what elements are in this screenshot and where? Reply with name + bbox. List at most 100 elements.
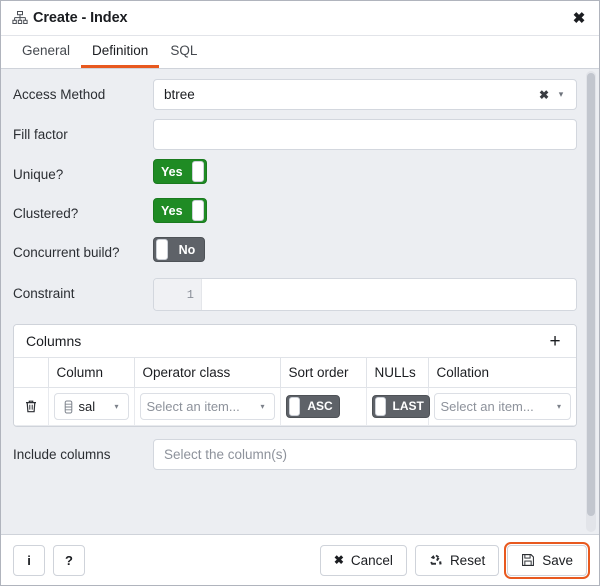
column-value: sal (78, 399, 96, 414)
col-header-sort-order: Sort order (280, 358, 367, 388)
line-number: 1 (154, 279, 202, 310)
tab-sql[interactable]: SQL (159, 36, 208, 68)
row-clustered: Clustered? Yes (13, 198, 577, 228)
save-label: Save (542, 552, 573, 568)
dialog-footer: i ? ✖ Cancel Reset Save (1, 534, 599, 585)
sort-order-label: ASC (307, 399, 333, 413)
tab-general[interactable]: General (11, 36, 81, 68)
unique-label: Unique? (13, 167, 64, 182)
include-columns-input[interactable]: Select the column(s) (153, 439, 577, 470)
trash-icon[interactable] (19, 395, 43, 419)
cancel-label: Cancel (350, 552, 393, 568)
chevron-down-icon[interactable]: ▾ (109, 402, 125, 411)
row-fill-factor: Fill factor (13, 119, 577, 150)
row-access-method: Access Method btree ✖ ▾ (13, 79, 577, 110)
cell-actions (14, 387, 49, 426)
clustered-toggle-label: Yes (161, 203, 183, 218)
constraint-label: Constraint (13, 286, 75, 301)
columns-panel: Columns + Column Operator class Sort ord… (13, 324, 577, 427)
concurrent-build-toggle-label: No (178, 242, 196, 257)
columns-table: Column Operator class Sort order NULLs C… (14, 358, 576, 426)
collation-select[interactable]: Select an item... ▾ (433, 393, 571, 420)
toggle-knob (191, 200, 204, 221)
operator-class-select[interactable]: Select an item... ▾ (139, 393, 275, 420)
help-button[interactable]: ? (53, 544, 85, 576)
row-concurrent-build: Concurrent build? No (13, 237, 577, 269)
info-icon: i (27, 552, 31, 568)
dialog-title: Create - Index (33, 10, 128, 26)
include-columns-control: Select the column(s) (153, 439, 577, 470)
dialog-tabs: General Definition SQL (1, 36, 599, 69)
chevron-down-icon[interactable]: ▾ (552, 90, 570, 99)
col-header-nulls: NULLs (366, 358, 429, 388)
add-column-button[interactable]: + (544, 330, 566, 352)
clustered-toggle[interactable]: Yes (153, 198, 207, 223)
access-method-value: btree (164, 87, 195, 102)
toggle-knob (288, 396, 300, 416)
table-column-icon (61, 400, 76, 414)
column-select[interactable]: sal ▾ (53, 393, 129, 420)
row-unique: Unique? Yes (13, 159, 577, 189)
chevron-down-icon[interactable]: ▾ (255, 402, 271, 411)
constraint-editor[interactable]: 1 (153, 278, 577, 311)
info-button[interactable]: i (13, 544, 45, 576)
row-constraint: Constraint 1 (13, 278, 577, 311)
nulls-label: LAST (392, 399, 424, 413)
toggle-knob (156, 239, 168, 260)
columns-table-header-row: Column Operator class Sort order NULLs C… (14, 358, 576, 388)
cell-column: sal ▾ (48, 387, 135, 426)
dialog-titlebar: Create - Index ✖ (1, 1, 599, 36)
unique-toggle-label: Yes (161, 164, 183, 179)
save-disk-icon (521, 553, 535, 567)
cell-collation: Select an item... ▾ (428, 387, 576, 426)
concurrent-build-label: Concurrent build? (13, 245, 120, 260)
tab-definition[interactable]: Definition (81, 36, 160, 68)
columns-panel-title: Columns (26, 333, 82, 349)
access-method-label: Access Method (13, 87, 106, 102)
fill-factor-input[interactable] (153, 119, 577, 150)
cancel-button[interactable]: ✖ Cancel (319, 544, 407, 576)
columns-panel-header: Columns + (14, 325, 576, 358)
toggle-knob (374, 396, 386, 416)
scrollbar-thumb[interactable] (587, 73, 595, 516)
operator-class-placeholder: Select an item... (146, 399, 240, 414)
cell-operator-class: Select an item... ▾ (134, 387, 281, 426)
fill-factor-control (153, 119, 577, 150)
vertical-scrollbar[interactable] (586, 71, 596, 532)
concurrent-build-toggle[interactable]: No (153, 237, 205, 262)
reset-icon (429, 553, 443, 567)
cell-sort-order: ASC (280, 387, 367, 426)
close-icon[interactable]: ✖ (565, 5, 593, 31)
close-x-icon: ✖ (333, 553, 344, 567)
col-header-operator-class: Operator class (134, 358, 281, 388)
reset-label: Reset (449, 552, 486, 568)
unique-toggle[interactable]: Yes (153, 159, 207, 184)
toggle-knob (191, 161, 204, 182)
definition-form: Access Method btree ✖ ▾ Fill factor Uniq… (1, 69, 599, 534)
question-icon: ? (65, 552, 73, 568)
access-method-control: btree ✖ ▾ (153, 79, 577, 110)
chevron-down-icon[interactable]: ▾ (551, 402, 567, 411)
row-include-columns: Include columns Select the column(s) (13, 439, 577, 470)
clear-icon[interactable]: ✖ (536, 88, 552, 102)
col-header-actions (14, 358, 49, 388)
create-index-dialog: Create - Index ✖ General Definition SQL … (0, 0, 600, 586)
save-button[interactable]: Save (504, 541, 590, 579)
unique-control: Yes (153, 159, 577, 184)
constraint-text-area[interactable] (202, 279, 576, 310)
index-tree-icon (11, 9, 29, 27)
constraint-control: 1 (153, 278, 577, 311)
col-header-collation: Collation (428, 358, 576, 388)
collation-placeholder: Select an item... (440, 399, 534, 414)
fill-factor-label: Fill factor (13, 127, 68, 142)
sort-order-toggle[interactable]: ASC (285, 394, 340, 418)
nulls-toggle[interactable]: LAST (371, 394, 430, 418)
clustered-control: Yes (153, 198, 577, 223)
dialog-body: Access Method btree ✖ ▾ Fill factor Uniq… (1, 69, 599, 534)
include-columns-placeholder: Select the column(s) (164, 447, 288, 462)
reset-button[interactable]: Reset (414, 544, 500, 576)
clustered-label: Clustered? (13, 206, 79, 221)
table-row: sal ▾ Select an item... ▾ ASC LAST Selec… (14, 387, 576, 426)
access-method-select[interactable]: btree ✖ ▾ (153, 79, 577, 110)
col-header-column: Column (48, 358, 135, 388)
